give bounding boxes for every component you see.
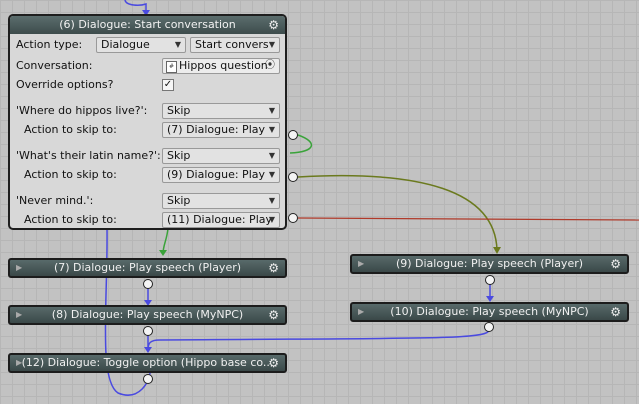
caret-down-icon: ▼	[268, 151, 275, 160]
action-type-dropdown[interactable]: Dialogue ▼	[96, 37, 186, 53]
caret-down-icon: ▼	[268, 215, 275, 224]
expand-arrow-icon[interactable]: ▶	[16, 307, 22, 323]
skip-target-value-1: (7) Dialogue: Play	[167, 123, 265, 136]
caret-down-icon: ▼	[268, 170, 275, 179]
option-where-dropdown[interactable]: Skip ▼	[162, 103, 280, 119]
action-type-value: Dialogue	[101, 38, 150, 51]
node-title: (10) Dialogue: Play speech (MyNPC)	[390, 305, 589, 318]
option-nevermind-value: Skip	[167, 194, 191, 207]
caret-down-icon: ▼	[268, 106, 275, 115]
option-latin-dropdown[interactable]: Skip ▼	[162, 148, 280, 164]
skip-target-dropdown-3[interactable]: (11) Dialogue: Play ▼	[162, 212, 280, 228]
gear-icon[interactable]: ⚙	[268, 355, 279, 371]
action-subtype-dropdown[interactable]: Start convers ▼	[190, 37, 280, 53]
skip-target-value-3: (11) Dialogue: Play	[167, 213, 272, 226]
node-title: (12) Dialogue: Toggle option (Hippo base…	[21, 356, 274, 369]
gear-icon[interactable]: ⚙	[268, 307, 279, 323]
gear-icon[interactable]: ⚙	[610, 256, 621, 272]
wire-red-offscreen	[297, 217, 639, 221]
skip-target-dropdown-1[interactable]: (7) Dialogue: Play ▼	[162, 122, 280, 138]
gear-icon[interactable]: ⚙	[268, 260, 279, 276]
skip-label-2: Action to skip to:	[24, 168, 117, 181]
conversation-value: Hippos question	[179, 59, 268, 72]
node-play-speech-mynpc-10[interactable]: ▶ (10) Dialogue: Play speech (MyNPC) ⚙	[350, 302, 629, 322]
gear-icon[interactable]: ⚙	[610, 304, 621, 320]
conversation-asset-icon: #	[166, 61, 177, 73]
wire-arrow-node9	[493, 247, 501, 254]
node-play-speech-mynpc-8[interactable]: ▶ (8) Dialogue: Play speech (MyNPC) ⚙	[8, 305, 287, 325]
skip-label-3: Action to skip to:	[24, 213, 117, 226]
node-toggle-option-12[interactable]: ▶ (12) Dialogue: Toggle option (Hippo ba…	[8, 353, 287, 373]
output-port-node-7[interactable]	[143, 279, 153, 289]
node-start-conversation[interactable]: (6) Dialogue: Start conversation ⚙ Actio…	[8, 14, 287, 230]
expand-arrow-icon[interactable]: ▶	[358, 304, 364, 320]
wire-node10-node12	[147, 329, 490, 351]
expand-arrow-icon[interactable]: ▶	[16, 355, 22, 371]
option-where-label: 'Where do hippos live?':	[16, 104, 148, 117]
node-title: (8) Dialogue: Play speech (MyNPC)	[51, 308, 244, 321]
wire-arrow-node7	[159, 250, 167, 256]
output-port-option-2[interactable]	[288, 172, 298, 182]
wire-into-node-6	[124, 0, 147, 14]
conversation-label: Conversation:	[16, 59, 93, 72]
option-latin-label: 'What's their latin name?':	[16, 149, 161, 162]
caret-down-icon: ▼	[268, 40, 275, 49]
node-header[interactable]: (6) Dialogue: Start conversation ⚙	[10, 16, 285, 34]
action-type-label: Action type:	[16, 38, 83, 51]
override-options-label: Override options?	[16, 78, 114, 91]
skip-target-value-2: (9) Dialogue: Play	[167, 168, 265, 181]
skip-label-1: Action to skip to:	[24, 123, 117, 136]
wire-olive-node9	[297, 174, 498, 251]
option-nevermind-dropdown[interactable]: Skip ▼	[162, 193, 280, 209]
output-port-node-9[interactable]	[485, 275, 495, 285]
gear-icon[interactable]: ⚙	[268, 16, 279, 34]
expand-arrow-icon[interactable]: ▶	[16, 260, 22, 276]
wire-green-node7	[162, 227, 169, 255]
caret-down-icon: ▼	[268, 125, 275, 134]
output-port-node-10[interactable]	[484, 322, 494, 332]
expand-arrow-icon[interactable]: ▶	[358, 256, 364, 272]
option-latin-value: Skip	[167, 149, 191, 162]
output-port-node-8[interactable]	[143, 326, 153, 336]
conversation-object-field[interactable]: # Hippos question ⦿	[162, 58, 280, 74]
node-title: (7) Dialogue: Play speech (Player)	[53, 261, 242, 274]
override-options-checkbox[interactable]: ✓	[162, 79, 174, 91]
object-picker-icon[interactable]: ⦿	[265, 59, 275, 73]
node-title: (9) Dialogue: Play speech (Player)	[395, 257, 584, 270]
option-where-value: Skip	[167, 104, 191, 117]
node-title: (6) Dialogue: Start conversation	[59, 18, 236, 31]
action-subtype-value: Start convers	[195, 38, 269, 51]
node-canvas[interactable]: (6) Dialogue: Start conversation ⚙ Actio…	[0, 0, 639, 404]
skip-target-dropdown-2[interactable]: (9) Dialogue: Play ▼	[162, 167, 280, 183]
output-port-node-12[interactable]	[143, 374, 153, 384]
output-port-option-3[interactable]	[288, 213, 298, 223]
option-nevermind-label: 'Never mind.':	[16, 194, 94, 207]
output-port-option-1[interactable]	[288, 130, 298, 140]
node-play-speech-player-7[interactable]: ▶ (7) Dialogue: Play speech (Player) ⚙	[8, 258, 287, 278]
node-play-speech-player-9[interactable]: ▶ (9) Dialogue: Play speech (Player) ⚙	[350, 254, 629, 274]
caret-down-icon: ▼	[174, 40, 181, 49]
caret-down-icon: ▼	[268, 196, 275, 205]
